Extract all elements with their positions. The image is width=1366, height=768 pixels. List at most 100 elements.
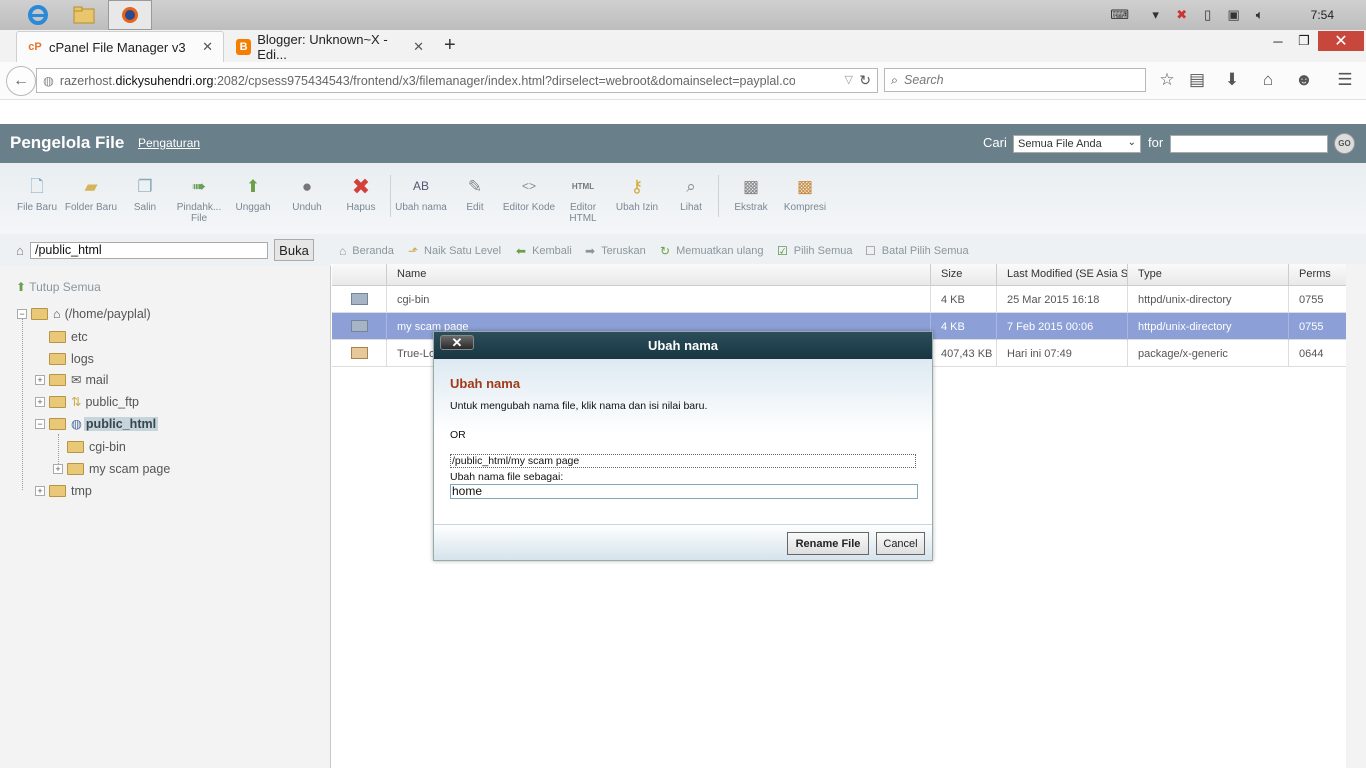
volume-icon[interactable]: 🔈︎	[1249, 7, 1271, 23]
download-button[interactable]: ● Unduh	[280, 175, 334, 214]
internet-explorer-icon[interactable]	[16, 0, 60, 30]
column-name[interactable]: Name	[387, 264, 931, 286]
up-level-link[interactable]: ⬏ Naik Satu Level	[408, 244, 501, 258]
tree-item-mail[interactable]: + ✉ mail	[35, 372, 108, 387]
back-button[interactable]: ←	[6, 66, 36, 96]
go-button[interactable]: GO	[1334, 133, 1355, 154]
copy-button[interactable]: ❐ Salin	[118, 175, 172, 214]
column-size[interactable]: Size	[931, 264, 997, 286]
new-name-input[interactable]: home	[450, 484, 918, 499]
search-bar[interactable]: ⌕ Search	[884, 68, 1146, 92]
tab-cpanel[interactable]: cP cPanel File Manager v3 ✕	[16, 31, 224, 62]
hello-icon[interactable]: ☻	[1293, 70, 1315, 90]
column-icon	[332, 264, 387, 286]
tree-item-logs[interactable]: logs	[49, 352, 94, 366]
tree-label: logs	[71, 352, 94, 366]
tree-item-public-html[interactable]: − ◍ public_html	[35, 416, 159, 431]
close-window-button[interactable]: ✕	[1318, 31, 1364, 51]
tree-item-public-ftp[interactable]: + ⇅ public_ftp	[35, 394, 139, 409]
file-explorer-icon[interactable]	[62, 0, 106, 30]
forward-link[interactable]: ➡ Teruskan	[585, 244, 646, 258]
reload-link[interactable]: ↻ Memuatkan ulang	[660, 244, 764, 258]
table-row[interactable]: cgi-bin 4 KB 25 Mar 2015 16:18 httpd/uni…	[332, 286, 1346, 313]
url-dropdown-icon[interactable]: ▽	[845, 73, 853, 86]
path-input[interactable]: /public_html	[30, 242, 268, 259]
firefox-icon[interactable]	[108, 0, 152, 30]
network-error-icon[interactable]: ✖	[1171, 7, 1193, 23]
expand-toggle-icon[interactable]: +	[35, 396, 45, 407]
close-tab-icon[interactable]: ✕	[202, 39, 213, 55]
select-all-link[interactable]: ☑ Pilih Semua	[777, 244, 852, 258]
tree-root[interactable]: − ⌂ (/home/payplal)	[17, 307, 151, 321]
expand-toggle-icon[interactable]: +	[53, 464, 63, 474]
code-editor-button[interactable]: <> Editor Kode	[502, 175, 556, 214]
folder-icon	[350, 320, 368, 332]
permissions-button[interactable]: ⚷ Ubah Izin	[610, 175, 664, 214]
reload-icon[interactable]: ↻	[859, 72, 871, 89]
bookmark-star-icon[interactable]: ☆	[1156, 70, 1178, 90]
row-icon-cell	[332, 313, 387, 340]
collapse-toggle-icon[interactable]: −	[17, 309, 27, 319]
search-input[interactable]	[1170, 135, 1328, 153]
rename-button[interactable]: AB Ubah nama	[394, 175, 448, 214]
html-editor-button[interactable]: HTML Editor HTML	[556, 175, 610, 225]
go-to-path-button[interactable]: Buka	[274, 239, 314, 261]
home-icon[interactable]: ⌂	[16, 243, 24, 258]
back-link[interactable]: ⬅ Kembali	[516, 244, 572, 258]
edit-button[interactable]: ✎ Edit	[448, 175, 502, 214]
chevron-up-icon[interactable]: ▾	[1145, 7, 1167, 23]
cancel-button[interactable]: Cancel	[876, 532, 925, 555]
expand-toggle-icon[interactable]: +	[35, 374, 45, 385]
tree-item-etc[interactable]: etc	[49, 330, 88, 344]
tree-item-tmp[interactable]: + tmp	[35, 484, 92, 498]
expand-toggle-icon[interactable]: +	[35, 486, 45, 496]
upload-button[interactable]: ⬆ Unggah	[226, 175, 280, 214]
checkbox-checked-icon: ☑	[777, 244, 788, 258]
column-type[interactable]: Type	[1128, 264, 1289, 286]
back-arrow-icon: ⬅	[516, 244, 527, 258]
new-file-button[interactable]: 🗋︎ File Baru	[10, 175, 64, 214]
reading-list-icon[interactable]: ▤	[1186, 70, 1208, 90]
column-last-modified[interactable]: Last Modified (SE Asia S	[997, 264, 1128, 286]
close-tab-icon[interactable]: ✕	[413, 39, 424, 55]
home-link[interactable]: ⌂ Beranda	[339, 244, 394, 258]
collapse-all-link[interactable]: ⬆ Tutup Semua	[16, 280, 101, 294]
menu-icon[interactable]: ☰	[1334, 70, 1356, 90]
home-icon: ⌂	[339, 244, 347, 258]
downloads-icon[interactable]: ⬇	[1221, 70, 1243, 90]
clock[interactable]: 7:54	[1311, 8, 1334, 22]
deselect-all-link[interactable]: ☐ Batal Pilih Semua	[865, 244, 969, 258]
extract-button[interactable]: ▩ Ekstrak	[724, 175, 778, 214]
search-scope-select[interactable]: Semua File Anda ⌄	[1013, 135, 1141, 153]
vertical-scrollbar[interactable]	[1346, 264, 1366, 768]
file-size: 407,43 KB	[931, 340, 997, 367]
new-tab-icon[interactable]: +	[444, 34, 456, 57]
current-path-field[interactable]: /public_html/my scam page	[450, 454, 916, 468]
column-perms[interactable]: Perms	[1289, 264, 1346, 286]
tree-label: my scam page	[89, 462, 171, 476]
url-host: dickysuhendri.org	[115, 73, 214, 88]
tab-blogger[interactable]: B Blogger: Unknown~X - Edi... ✕	[226, 31, 434, 62]
collapse-toggle-icon[interactable]: −	[35, 418, 45, 429]
delete-button[interactable]: ✖ Hapus	[334, 175, 388, 213]
tree-item-cgi-bin[interactable]: cgi-bin	[67, 440, 126, 454]
rename-file-button[interactable]: Rename File	[787, 532, 869, 555]
keyboard-icon[interactable]: ⌨	[1109, 7, 1131, 23]
url-rest: :2082/cpsess975434543/frontend/x3/filema…	[213, 73, 796, 88]
settings-link[interactable]: Pengaturan	[138, 136, 200, 150]
url-bar[interactable]: ◍ razerhost. dickysuhendri.org:2082/cpses…	[36, 68, 878, 93]
tree-label: cgi-bin	[89, 440, 126, 454]
close-icon[interactable]: ✕	[440, 335, 474, 350]
package-icon	[350, 347, 368, 359]
network-icon[interactable]: ▣	[1223, 7, 1245, 23]
move-file-button[interactable]: ➠ Pindahk... File	[172, 175, 226, 225]
battery-icon[interactable]: ▯	[1197, 7, 1219, 23]
new-folder-button[interactable]: ▰ Folder Baru	[64, 175, 118, 214]
checkbox-empty-icon: ☐	[865, 244, 876, 258]
home-icon[interactable]: ⌂	[1257, 70, 1279, 90]
blogger-icon: B	[236, 38, 252, 55]
tree-item-my-scam-page[interactable]: + my scam page	[53, 462, 170, 476]
view-button[interactable]: ⌕ Lihat	[664, 175, 718, 214]
file-name[interactable]: cgi-bin	[387, 286, 931, 313]
compress-button[interactable]: ▩ Kompresi	[778, 175, 832, 214]
